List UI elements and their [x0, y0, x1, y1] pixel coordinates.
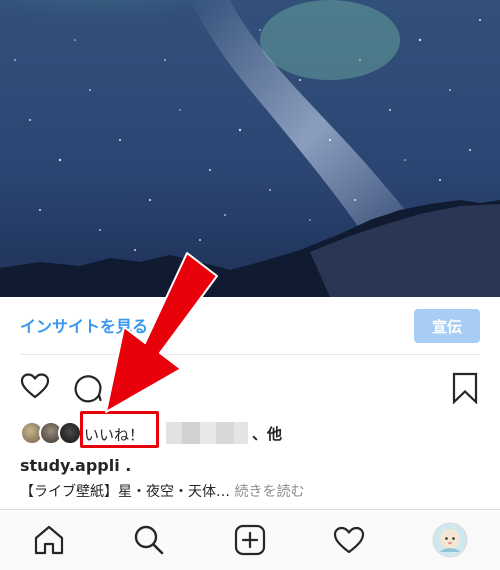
bookmark-icon[interactable] — [450, 372, 480, 404]
nav-activity[interactable] — [332, 523, 366, 557]
annotation-highlight-box — [80, 411, 159, 448]
likes-others-text[interactable]: 、他 — [252, 423, 282, 444]
post-caption: 【ライブ壁紙】星・夜空・天体… 続きを読む — [20, 481, 304, 501]
nav-profile[interactable] — [432, 522, 468, 558]
nav-home[interactable] — [32, 523, 66, 557]
post-username[interactable]: study.appli . — [20, 456, 131, 475]
comment-bubble-icon[interactable] — [72, 371, 104, 403]
aurora-night-sky-image — [0, 0, 500, 297]
view-insights-link[interactable]: インサイトを見る — [20, 313, 148, 337]
blurred-username — [166, 422, 248, 444]
bottom-nav — [0, 509, 500, 570]
activity-heart-icon — [333, 526, 365, 554]
nav-search[interactable] — [132, 523, 166, 557]
search-icon — [134, 525, 164, 555]
add-post-icon — [234, 524, 266, 556]
insights-row: インサイトを見る 宣伝 — [0, 297, 500, 355]
avatar — [58, 421, 82, 445]
liker-avatars[interactable] — [20, 421, 82, 445]
caption-text: 【ライブ壁紙】星・夜空・天体… — [20, 484, 230, 500]
promote-button[interactable]: 宣伝 — [414, 309, 480, 343]
profile-avatar-icon — [432, 522, 468, 558]
read-more-link[interactable]: 続きを読む — [234, 484, 304, 500]
divider — [20, 354, 480, 355]
heart-icon[interactable] — [20, 371, 50, 401]
nav-add-post[interactable] — [233, 523, 267, 557]
post-photo[interactable] — [0, 0, 500, 297]
home-icon — [34, 525, 64, 555]
